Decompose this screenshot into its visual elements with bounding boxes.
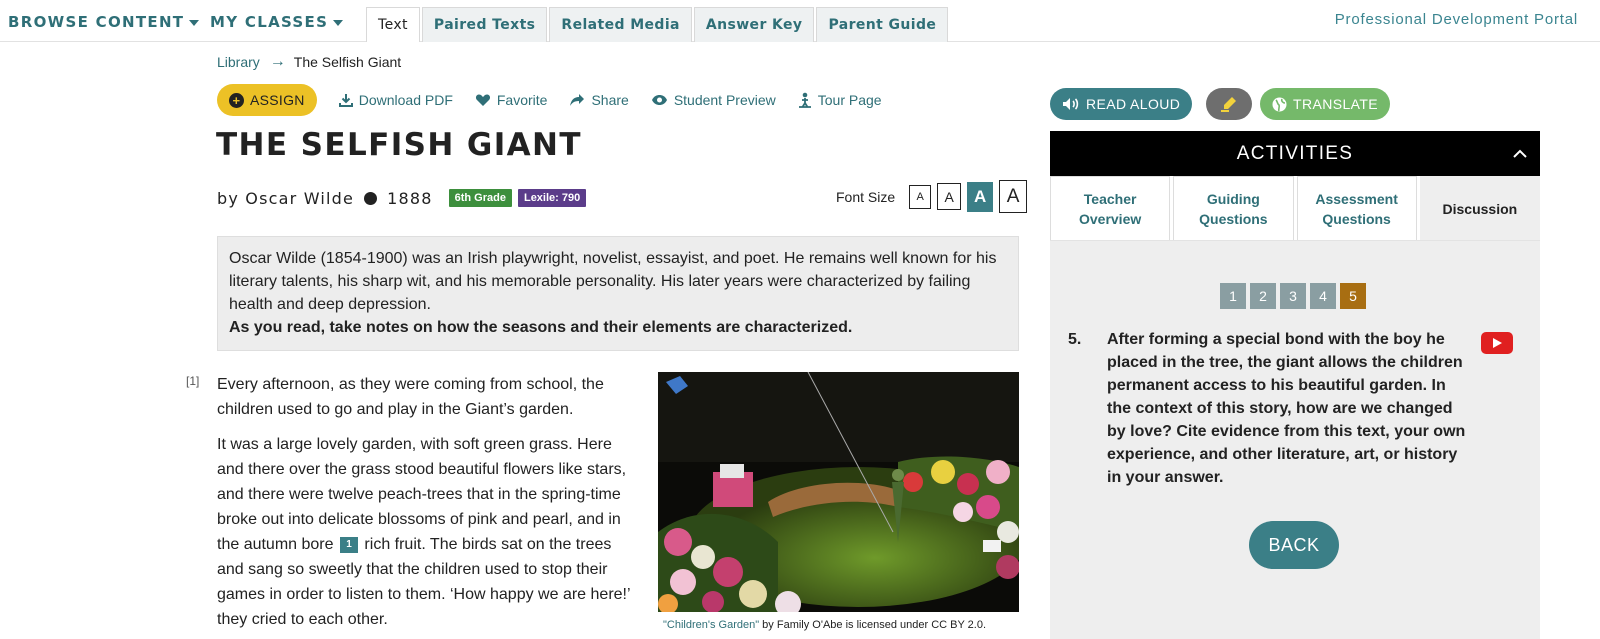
back-button[interactable]: BACK: [1249, 521, 1339, 569]
browse-content-menu[interactable]: BROWSE CONTENT: [8, 13, 200, 31]
download-pdf-button[interactable]: Download PDF: [338, 92, 453, 108]
tab-parent-guide[interactable]: Parent Guide: [816, 7, 949, 42]
paragraph-1: Every afternoon, as they were coming fro…: [217, 376, 604, 418]
breadcrumb: Library → The Selfish Giant: [217, 53, 401, 71]
highlight-button[interactable]: [1206, 88, 1252, 120]
page-button-4[interactable]: 4: [1310, 283, 1336, 309]
tab-discussion[interactable]: Discussion: [1419, 176, 1540, 240]
tab-guiding-questions[interactable]: Guiding Questions: [1173, 176, 1294, 240]
page-button-2[interactable]: 2: [1250, 283, 1276, 309]
caption-credit: by Family O'Abe is licensed under CC BY …: [759, 619, 987, 631]
font-size-large-button[interactable]: A: [967, 181, 994, 212]
footnote-marker[interactable]: 1: [339, 536, 358, 553]
chevron-down-icon: [333, 19, 344, 26]
action-row: + ASSIGN Download PDF Favorite Share Stu…: [217, 84, 904, 116]
highlighter-icon: [1220, 96, 1238, 112]
question-number: 5.: [1068, 331, 1082, 348]
student-preview-label: Student Preview: [673, 92, 776, 108]
page-button-3[interactable]: 3: [1280, 283, 1306, 309]
activities-title: ACTIVITIES: [1236, 142, 1354, 164]
assign-button[interactable]: + ASSIGN: [217, 84, 317, 116]
byline: by Oscar Wilde 1888 6th Grade Lexile: 79…: [217, 187, 592, 209]
tab-assessment-questions[interactable]: Assessment Questions: [1296, 176, 1417, 240]
intro-prompt: As you read, take notes on how the seaso…: [229, 319, 853, 336]
breadcrumb-current: The Selfish Giant: [293, 54, 402, 70]
browse-content-label: BROWSE CONTENT: [8, 13, 185, 31]
image-caption: "Children's Garden" by Family O'Abe is l…: [663, 619, 986, 631]
top-nav: BROWSE CONTENT MY CLASSES Text Paired Te…: [0, 0, 1600, 42]
eye-icon: [651, 94, 668, 106]
tab-teacher-overview[interactable]: Teacher Overview: [1050, 176, 1171, 240]
lexile-badge: Lexile: 790: [517, 189, 587, 207]
share-label: Share: [591, 92, 629, 108]
download-pdf-label: Download PDF: [358, 92, 453, 108]
font-size-control: Font Size A A A A: [836, 180, 1028, 213]
caption-link[interactable]: "Children's Garden": [663, 619, 759, 631]
translate-button[interactable]: TRANSLATE: [1260, 88, 1391, 120]
chevron-up-icon[interactable]: [1512, 145, 1528, 167]
page-button-5[interactable]: 5: [1340, 283, 1366, 309]
share-icon: [569, 93, 585, 107]
favorite-label: Favorite: [496, 92, 548, 108]
pd-portal-link[interactable]: Professional Development Portal: [1335, 11, 1578, 28]
chevron-down-icon: [189, 19, 200, 26]
globe-icon: [1272, 97, 1287, 112]
paragraph-2: It was a large lovely garden, with soft …: [217, 432, 642, 632]
paragraph-number: [1]: [186, 374, 200, 388]
tab-text[interactable]: Text: [366, 7, 420, 42]
youtube-icon[interactable]: [1481, 332, 1513, 354]
font-size-small-button[interactable]: A: [909, 184, 932, 209]
body-text: Every afternoon, as they were coming fro…: [217, 372, 642, 639]
activities-tabs: Teacher Overview Guiding Questions Asses…: [1050, 176, 1540, 241]
text-tabs: Text Paired Texts Related Media Answer K…: [366, 7, 950, 42]
activities-panel: ACTIVITIES Teacher Overview Guiding Ques…: [1050, 131, 1540, 639]
student-preview-button[interactable]: Student Preview: [651, 92, 776, 108]
publication-year: 1888: [387, 188, 433, 208]
font-size-xlarge-button[interactable]: A: [999, 180, 1028, 213]
tour-page-label: Tour Page: [817, 92, 882, 108]
question-pager: 1 2 3 4 5: [1220, 283, 1370, 309]
tab-answer-key[interactable]: Answer Key: [693, 7, 815, 42]
childrens-garden-image: [658, 372, 1019, 612]
download-icon: [338, 93, 353, 107]
page-title: THE SELFISH GIANT: [216, 127, 582, 163]
plus-icon: +: [229, 92, 244, 108]
assign-label: ASSIGN: [250, 92, 305, 108]
favorite-button[interactable]: Favorite: [475, 92, 548, 108]
person-icon: [798, 92, 812, 108]
activities-header[interactable]: ACTIVITIES: [1050, 131, 1540, 176]
my-classes-label: MY CLASSES: [210, 13, 329, 31]
discussion-question: After forming a special bond with the bo…: [1107, 331, 1466, 486]
grade-badge: 6th Grade: [448, 189, 512, 207]
my-classes-menu[interactable]: MY CLASSES: [210, 13, 344, 31]
author: by Oscar Wilde: [217, 188, 355, 208]
arrow-right-icon: →: [269, 53, 286, 70]
heart-icon: [475, 93, 491, 107]
speaker-icon: [1062, 97, 1080, 111]
tab-paired-texts[interactable]: Paired Texts: [421, 7, 548, 42]
font-size-label: Font Size: [836, 188, 896, 205]
read-aloud-button[interactable]: READ ALOUD: [1050, 88, 1193, 120]
tour-page-button[interactable]: Tour Page: [798, 92, 882, 108]
separator-dot: [364, 191, 378, 205]
font-size-medium-button[interactable]: A: [937, 183, 962, 210]
tab-related-media[interactable]: Related Media: [549, 7, 692, 42]
intro-box: Oscar Wilde (1854-1900) was an Irish pla…: [217, 236, 1019, 351]
breadcrumb-library[interactable]: Library: [217, 54, 260, 70]
share-button[interactable]: Share: [569, 92, 629, 108]
translate-label: TRANSLATE: [1293, 96, 1379, 112]
read-aloud-label: READ ALOUD: [1086, 96, 1181, 112]
intro-text: Oscar Wilde (1854-1900) was an Irish pla…: [229, 250, 997, 313]
page-button-1[interactable]: 1: [1220, 283, 1246, 309]
